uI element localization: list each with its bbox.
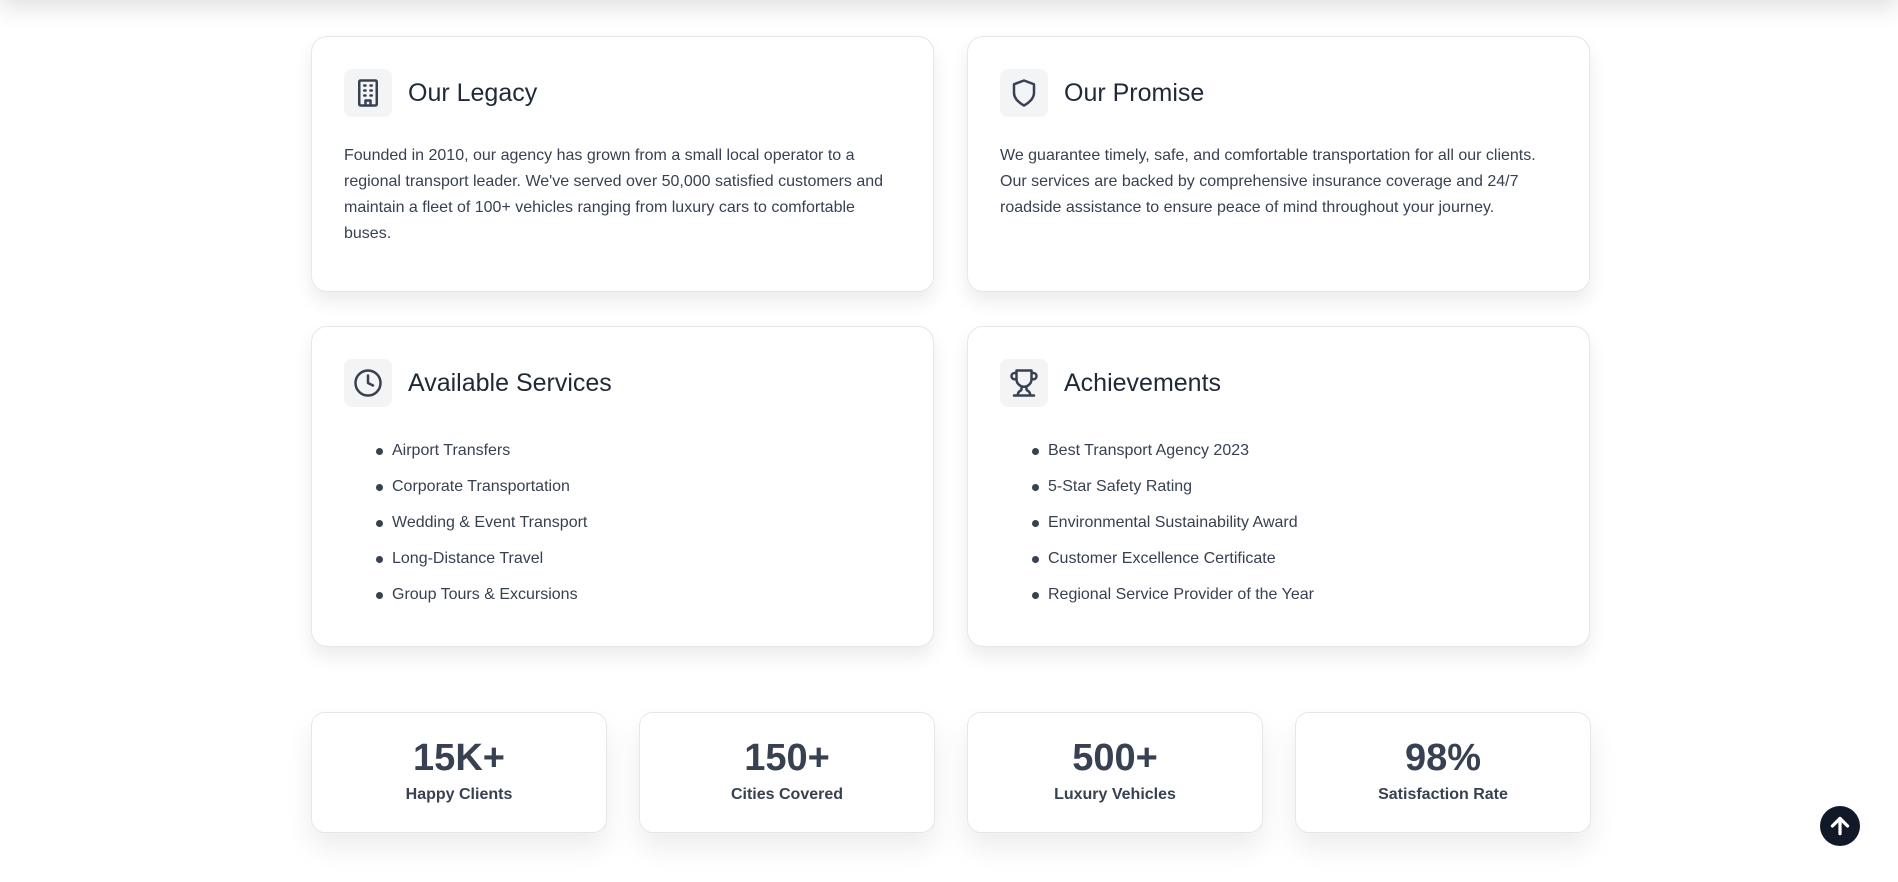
building-icon <box>344 69 392 117</box>
legacy-card: Our Legacy Founded in 2010, our agency h… <box>311 36 934 292</box>
bullet-icon <box>1032 519 1039 527</box>
stat-value: 15K+ <box>413 737 505 779</box>
shield-icon <box>1000 69 1048 117</box>
list-item: Corporate Transportation <box>376 469 901 505</box>
achievements-title: Achievements <box>1064 368 1222 397</box>
list-item: Long-Distance Travel <box>376 541 901 577</box>
stat-label: Happy Clients <box>405 786 513 803</box>
stat-card: 98% Satisfaction Rate <box>1295 712 1591 833</box>
list-item: Customer Excellence Certificate <box>1032 541 1557 577</box>
list-item: Airport Transfers <box>376 433 901 469</box>
trophy-icon <box>1000 359 1048 407</box>
list-item: Best Transport Agency 2023 <box>1032 433 1557 469</box>
bullet-icon <box>376 555 383 563</box>
services-list: Airport Transfers Corporate Transportati… <box>376 433 901 613</box>
stat-card: 150+ Cities Covered <box>639 712 935 833</box>
list-item: Environmental Sustainability Award <box>1032 505 1557 541</box>
clock-icon <box>344 359 392 407</box>
stat-card: 15K+ Happy Clients <box>311 712 607 833</box>
legacy-text: Founded in 2010, our agency has grown fr… <box>344 147 884 242</box>
list-item: 5-Star Safety Rating <box>1032 469 1557 505</box>
stat-value: 500+ <box>1072 737 1158 779</box>
bullet-icon <box>376 447 383 455</box>
bullet-icon <box>376 483 383 491</box>
scroll-to-top-button[interactable] <box>1820 806 1860 846</box>
achievements-card: Achievements Best Transport Agency 2023 … <box>967 326 1590 647</box>
services-card: Available Services Airport Transfers Cor… <box>311 326 934 647</box>
list-item: Regional Service Provider of the Year <box>1032 577 1557 613</box>
bullet-icon <box>376 519 383 527</box>
bullet-icon <box>1032 591 1039 599</box>
bullet-icon <box>1032 447 1039 455</box>
promise-title: Our Promise <box>1064 78 1205 107</box>
promise-card: Our Promise We guarantee timely, safe, a… <box>967 36 1590 292</box>
services-title: Available Services <box>408 368 612 397</box>
stat-label: Luxury Vehicles <box>1054 786 1176 803</box>
bullet-icon <box>1032 483 1039 491</box>
stat-label: Cities Covered <box>730 786 844 803</box>
list-item: Wedding & Event Transport <box>376 505 901 541</box>
legacy-title: Our Legacy <box>408 78 538 107</box>
arrow-up-icon <box>1830 816 1850 836</box>
stat-value: 98% <box>1404 737 1482 779</box>
stat-card: 500+ Luxury Vehicles <box>967 712 1263 833</box>
stat-value: 150+ <box>744 737 830 779</box>
bullet-icon <box>1032 555 1039 563</box>
achievements-list: Best Transport Agency 2023 5-Star Safety… <box>1032 433 1557 613</box>
promise-text: We guarantee timely, safe, and comfortab… <box>1000 147 1536 216</box>
list-item: Group Tours & Excursions <box>376 577 901 613</box>
bullet-icon <box>376 591 383 599</box>
stat-label: Satisfaction Rate <box>1378 786 1508 803</box>
